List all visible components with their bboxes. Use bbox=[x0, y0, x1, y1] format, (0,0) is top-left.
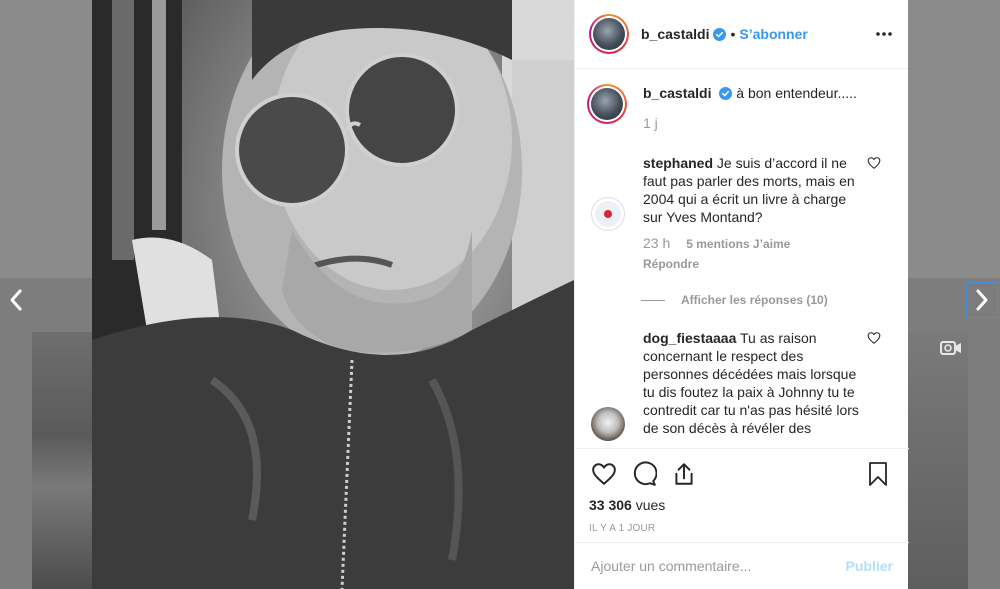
comments-list[interactable]: b_castaldi à bon entendeur..... 1 j step… bbox=[575, 70, 909, 448]
caption: b_castaldi à bon entendeur..... 1 j bbox=[587, 84, 893, 132]
reply-button[interactable]: Répondre bbox=[643, 255, 865, 273]
heart-icon bbox=[592, 463, 616, 486]
caption-username[interactable]: b_castaldi bbox=[643, 85, 711, 101]
verified-badge-icon bbox=[719, 87, 733, 100]
view-count[interactable]: 33 306 vues bbox=[589, 497, 893, 513]
previous-post-thumbnail bbox=[32, 332, 94, 589]
comment-input[interactable] bbox=[591, 558, 846, 574]
post-side-panel: b_castaldi • S’abonner b_castaldi à bon … bbox=[574, 0, 909, 589]
post-header: b_castaldi • S’abonner bbox=[575, 0, 908, 69]
view-replies-button[interactable]: Afficher les réponses (10) bbox=[641, 293, 893, 307]
commenter-avatar[interactable] bbox=[591, 196, 625, 231]
comment-username[interactable]: dog_fiestaaaa bbox=[643, 330, 736, 346]
video-frame bbox=[92, 0, 574, 589]
author-avatar[interactable] bbox=[589, 14, 629, 54]
comment-likes[interactable]: 5 mentions J’aime bbox=[686, 235, 790, 253]
comment-item: stephaned Je suis d’accord il ne faut pa… bbox=[587, 154, 893, 273]
next-post-button[interactable] bbox=[966, 282, 998, 318]
view-replies-label: Afficher les réponses (10) bbox=[681, 293, 828, 307]
caption-text: à bon entendeur..... bbox=[736, 85, 857, 101]
verified-badge-icon bbox=[713, 27, 727, 41]
ellipsis-icon bbox=[876, 32, 892, 36]
post-video[interactable] bbox=[92, 0, 574, 589]
commenter-avatar[interactable] bbox=[591, 407, 625, 441]
more-options-button[interactable] bbox=[872, 22, 896, 46]
author-username[interactable]: b_castaldi bbox=[641, 26, 709, 42]
save-button[interactable] bbox=[863, 459, 893, 489]
comment-item: dog_fiestaaaa Tu as raison concernant le… bbox=[587, 329, 893, 441]
share-icon bbox=[675, 463, 693, 485]
comment-age[interactable]: 23 h bbox=[643, 234, 670, 252]
next-post-thumbnail bbox=[906, 332, 968, 589]
heart-icon[interactable] bbox=[867, 331, 881, 345]
caption-age[interactable]: 1 j bbox=[643, 114, 893, 132]
view-count-number: 33 306 bbox=[589, 497, 632, 513]
comment-composer: Publier bbox=[575, 542, 909, 589]
share-button[interactable] bbox=[669, 459, 699, 489]
bookmark-icon bbox=[869, 462, 887, 486]
heart-icon[interactable] bbox=[867, 156, 881, 170]
comment-username[interactable]: stephaned bbox=[643, 155, 713, 171]
comment-button[interactable] bbox=[629, 459, 659, 489]
publish-button[interactable]: Publier bbox=[846, 558, 893, 574]
separator-dot: • bbox=[730, 26, 736, 42]
comment-bubble-icon bbox=[633, 461, 657, 486]
previous-post-button[interactable] bbox=[0, 282, 32, 318]
post-actions: 33 306 vues IL Y A 1 JOUR bbox=[575, 448, 909, 534]
video-icon bbox=[940, 341, 961, 355]
caption-author-avatar[interactable] bbox=[587, 84, 627, 124]
chevron-right-icon bbox=[976, 289, 988, 311]
post-timestamp[interactable]: IL Y A 1 JOUR bbox=[589, 523, 893, 534]
view-count-label: vues bbox=[635, 497, 666, 513]
like-button[interactable] bbox=[589, 459, 619, 489]
follow-button[interactable]: S’abonner bbox=[739, 26, 807, 42]
chevron-left-icon bbox=[10, 289, 22, 311]
